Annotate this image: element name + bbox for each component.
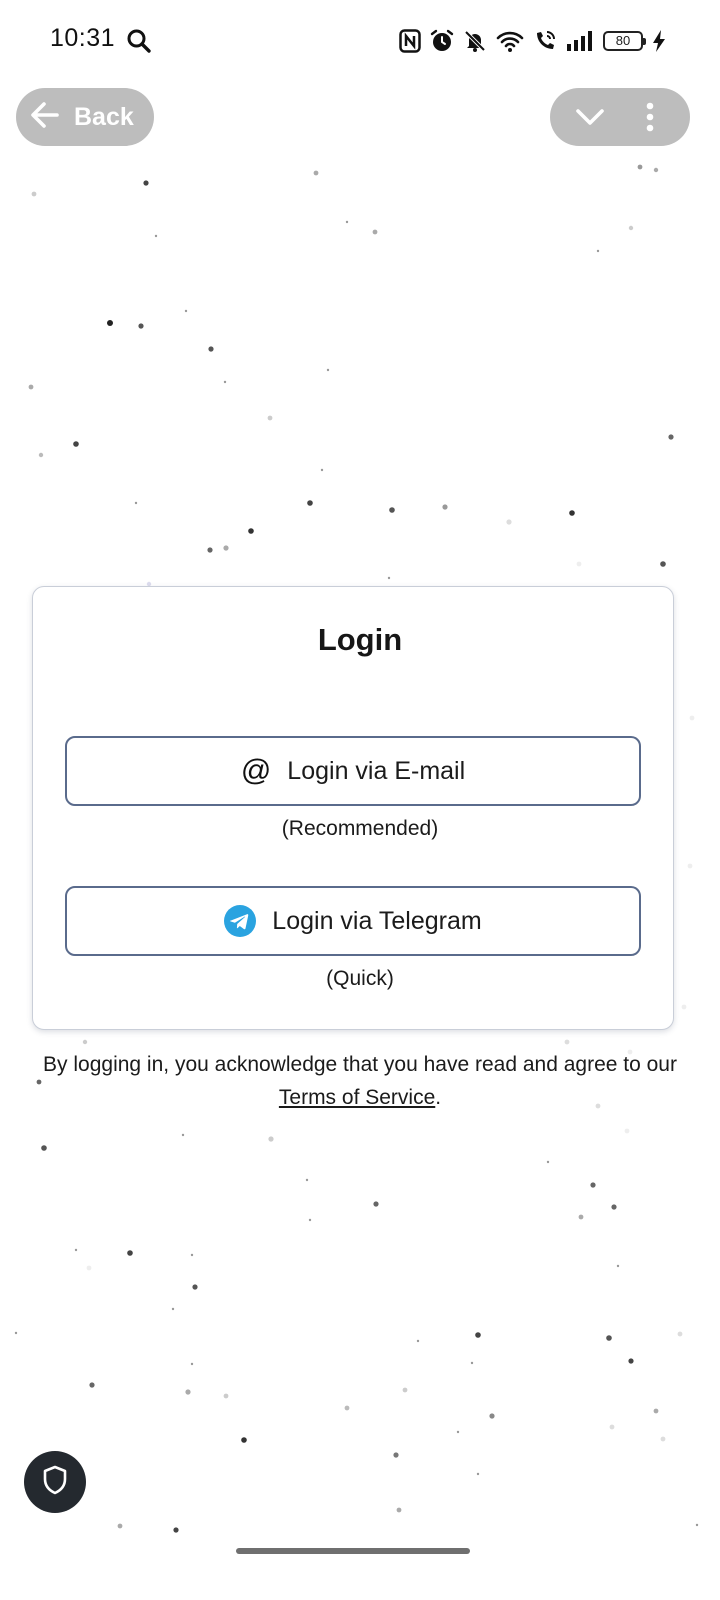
signal-icon [566,30,594,52]
back-button[interactable]: Back [16,88,154,146]
search-icon [126,28,152,54]
telegram-hint: (Quick) [326,967,394,990]
chevron-down-icon[interactable] [565,92,615,142]
status-time: 10:31 [50,24,116,52]
login-email-label: Login via E-mail [287,756,466,785]
terms-notice: By logging in, you acknowledge that you … [20,1048,700,1114]
email-hint: (Recommended) [281,817,439,840]
app-menu-pill [550,88,690,146]
nfc-icon [399,29,421,53]
terms-of-service-link[interactable]: Terms of Service [279,1086,435,1109]
terms-prefix: By logging in, you acknowledge that you … [43,1053,677,1076]
telegram-icon [224,905,257,937]
more-vertical-icon[interactable] [625,92,675,142]
shield-icon [42,1465,68,1500]
alarm-icon [430,29,454,53]
bell-off-icon [463,29,487,53]
arrow-left-icon [30,101,60,134]
terms-suffix: . [435,1086,442,1109]
wifi-call-icon [533,29,557,53]
login-telegram-button[interactable]: Login via Telegram [65,886,641,956]
at-sign-icon: @ [240,754,272,787]
charging-icon [652,29,666,53]
login-title: Login [317,622,403,657]
wifi-icon [496,29,524,53]
login-telegram-label: Login via Telegram [272,906,482,935]
back-button-label: Back [74,102,134,131]
shield-button[interactable] [24,1451,86,1513]
battery-icon: 80 [603,31,646,51]
status-icons: 80 [399,26,666,56]
home-indicator[interactable] [236,1548,470,1554]
login-email-button[interactable]: @ Login via E-mail [65,736,641,806]
status-bar: 10:31 80 [0,0,720,80]
